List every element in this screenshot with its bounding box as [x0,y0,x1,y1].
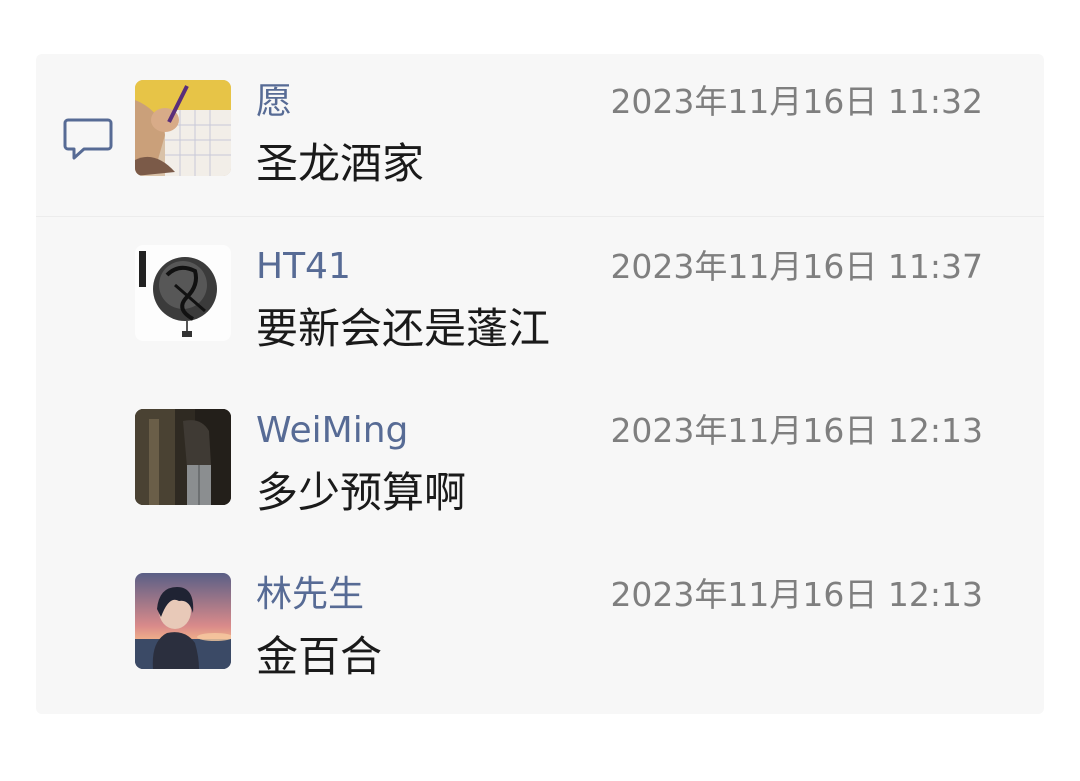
timestamp: 2023年11月16日 11:37 [610,247,983,286]
comment-item: HT41 2023年11月16日 11:37 要新会还是蓬江 [0,245,1080,365]
comment-text: 多少预算啊 [256,468,467,517]
handwriting-photo-avatar [135,80,231,176]
avatar[interactable] [135,573,231,669]
username[interactable]: 林先生 [256,573,364,617]
comment-text: 金百合 [256,632,383,681]
avatar[interactable] [135,409,231,505]
dark-photo-avatar [135,409,231,505]
comment-text: 要新会还是蓬江 [256,304,551,353]
ink-calligraphy-avatar [135,245,231,341]
anime-sunset-avatar [135,573,231,669]
comment-item: 愿 2023年11月16日 11:32 圣龙酒家 [0,80,1080,200]
username[interactable]: 愿 [256,80,292,124]
comment-item: 林先生 2023年11月16日 12:13 金百合 [0,573,1080,693]
comment-item: WeiMing 2023年11月16日 12:13 多少预算啊 [0,409,1080,529]
avatar[interactable] [135,80,231,176]
username[interactable]: HT41 [256,245,351,289]
comment-text: 圣龙酒家 [256,139,425,188]
avatar[interactable] [135,245,231,341]
divider [36,216,1044,217]
username[interactable]: WeiMing [256,409,408,453]
timestamp: 2023年11月16日 12:13 [610,575,983,614]
timestamp: 2023年11月16日 11:32 [610,82,983,121]
timestamp: 2023年11月16日 12:13 [610,411,983,450]
